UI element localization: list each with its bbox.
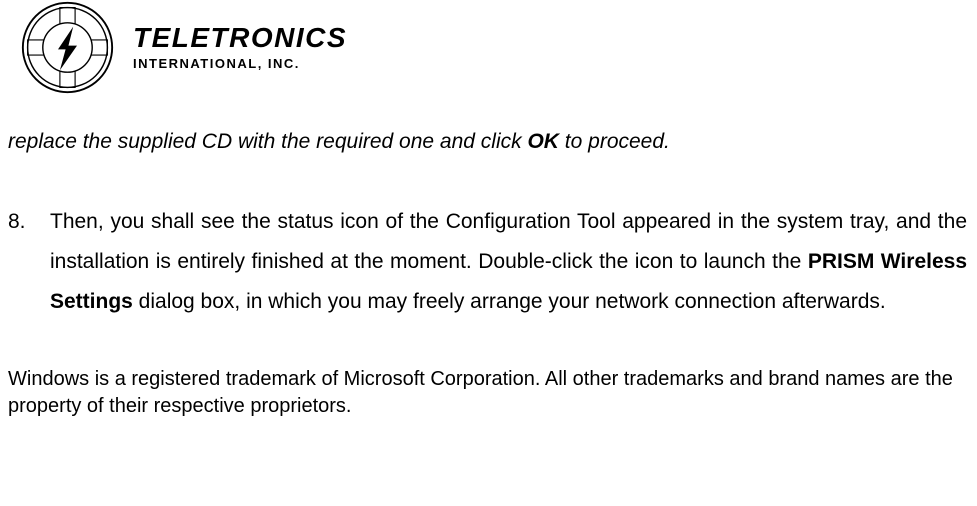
step-post: dialog box, in which you may freely arra…: [133, 290, 886, 313]
step-number: 8.: [8, 202, 50, 322]
instruction-fragment: replace the supplied CD with the require…: [0, 127, 977, 156]
teletronics-bolt-icon: [20, 0, 115, 95]
company-logo-block: TELETRONICS INTERNATIONAL, INC.: [0, 0, 977, 95]
step-8: 8. Then, you shall see the status icon o…: [0, 202, 977, 322]
logo-text: TELETRONICS INTERNATIONAL, INC.: [133, 24, 347, 71]
logo-subtitle: INTERNATIONAL, INC.: [133, 56, 347, 71]
logo-title: TELETRONICS: [133, 24, 347, 52]
step-body: Then, you shall see the status icon of t…: [50, 202, 967, 322]
instruction-post: to proceed.: [559, 130, 670, 153]
trademark-notice: Windows is a registered trademark of Mic…: [0, 366, 977, 420]
instruction-pre: replace the supplied CD with the require…: [8, 130, 527, 153]
instruction-ok: OK: [527, 130, 559, 153]
